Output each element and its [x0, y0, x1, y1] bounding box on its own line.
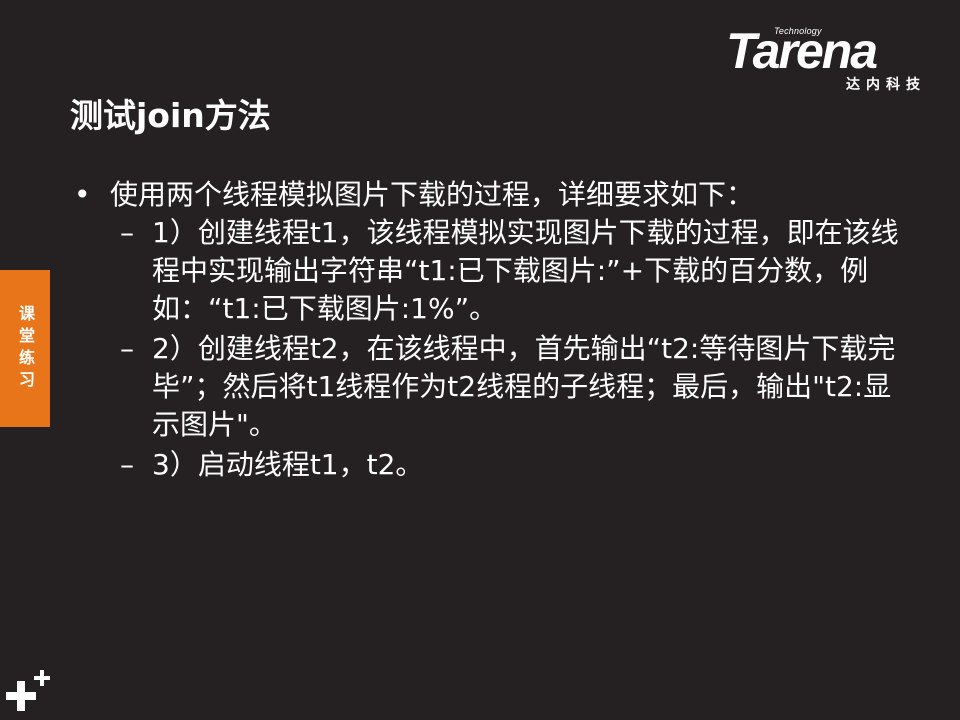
tarena-logo: Tarena Technology 达内科技 — [726, 26, 926, 96]
sub-item: – 2）创建线程t2，在该线程中，首先输出“t2:等待图片下载完毕”；然后将t1… — [120, 330, 900, 444]
dash-marker: – — [120, 216, 134, 249]
side-tab-label: 课堂练习 — [16, 304, 35, 393]
main-bullet: • 使用两个线程模拟图片下载的过程，详细要求如下： — [70, 176, 900, 214]
plus-icon — [6, 670, 50, 711]
bullet-marker: • — [74, 178, 91, 211]
logo-subtitle: 达内科技 — [846, 77, 926, 93]
sub-list: – 1）创建线程t1，该线程模拟实现图片下载的过程，即在该线程中实现输出字符串“… — [120, 214, 900, 484]
sub-item-text: 2）创建线程t2，在该线程中，首先输出“t2:等待图片下载完毕”；然后将t1线程… — [152, 332, 896, 441]
sub-item-text: 3）启动线程t1，t2。 — [152, 448, 424, 481]
slide-title: 测试join方法 — [70, 96, 271, 135]
slide: Tarena Technology 达内科技 测试join方法 课堂练习 • 使… — [0, 0, 960, 720]
classroom-exercise-tab: 课堂练习 — [0, 270, 50, 427]
dash-marker: – — [120, 448, 134, 481]
slide-content: • 使用两个线程模拟图片下载的过程，详细要求如下： – 1）创建线程t1，该线程… — [70, 176, 900, 486]
main-bullet-text: 使用两个线程模拟图片下载的过程，详细要求如下： — [110, 178, 755, 211]
sub-item: – 1）创建线程t1，该线程模拟实现图片下载的过程，即在该线程中实现输出字符串“… — [120, 214, 900, 328]
sub-item-text: 1）创建线程t1，该线程模拟实现图片下载的过程，即在该线程中实现输出字符串“t1… — [152, 216, 899, 325]
dash-marker: – — [120, 332, 134, 365]
sub-item: – 3）启动线程t1，t2。 — [120, 446, 900, 484]
logo-technology-label: Technology — [774, 26, 822, 36]
